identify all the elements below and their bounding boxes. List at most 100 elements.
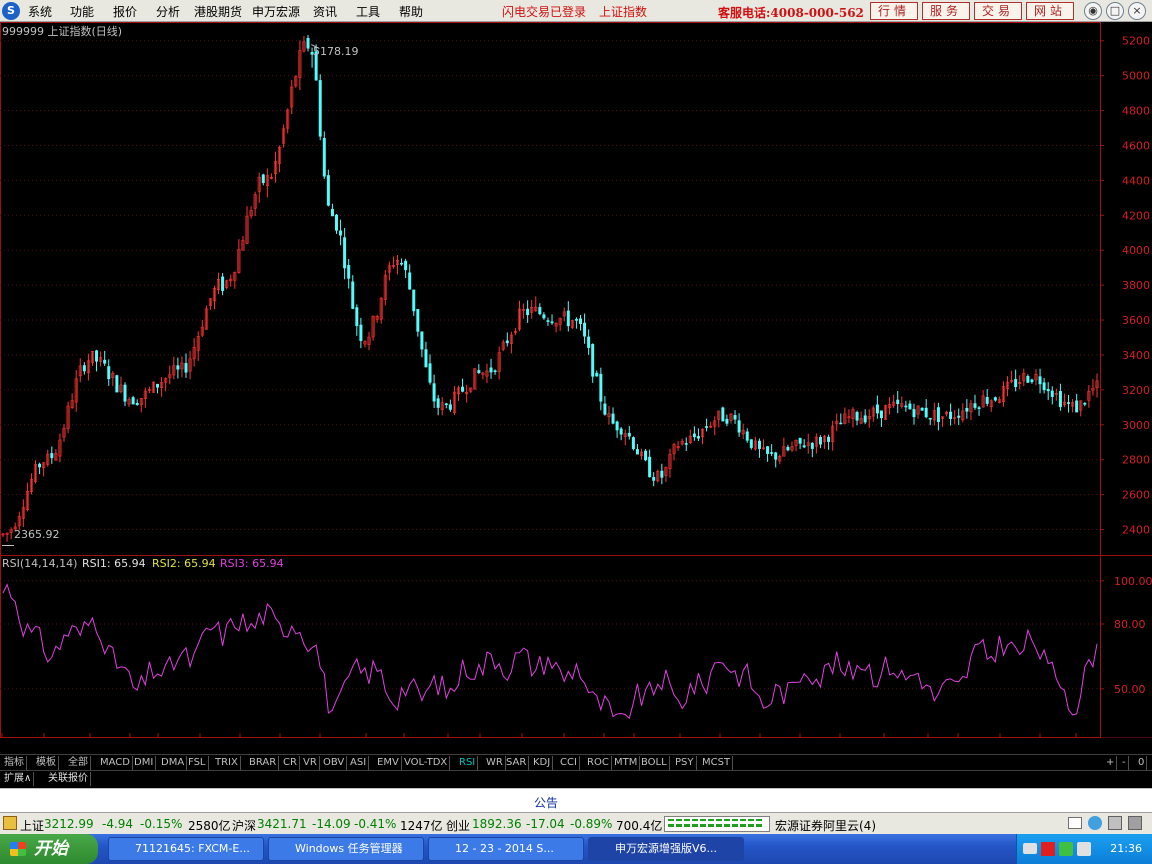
related-quote-tab[interactable]: 关联报价 xyxy=(46,772,91,786)
candle xyxy=(607,405,611,425)
tab-cci[interactable]: CCI xyxy=(558,756,580,770)
tab-control-1[interactable]: - xyxy=(1120,756,1129,770)
candle xyxy=(245,206,249,244)
candle xyxy=(648,449,652,478)
candle xyxy=(249,206,253,219)
candle xyxy=(343,228,347,280)
breadth-bar xyxy=(668,824,674,827)
taskbar-fxcm[interactable]: 71121645: FXCM-E... xyxy=(108,837,264,861)
tab-asi[interactable]: ASI xyxy=(348,756,370,770)
candle xyxy=(78,358,82,383)
settings-icon[interactable] xyxy=(1108,816,1122,830)
kline-chart-svg[interactable]: 5200 5000 4800 4600 4400 4200 4000 3800 3600 3400… xyxy=(0,22,1152,754)
candle xyxy=(1071,399,1075,413)
tab-psy[interactable]: PSY xyxy=(673,756,697,770)
breadth-bar xyxy=(700,819,706,821)
candle xyxy=(180,356,184,378)
candle xyxy=(334,213,338,234)
candle xyxy=(640,448,644,460)
tab-模板[interactable]: 模板 xyxy=(34,756,59,770)
extend-toggle[interactable]: 扩展∧ xyxy=(2,772,35,786)
menu-help[interactable]: 帮助 xyxy=(399,3,423,20)
tab-sar[interactable]: SAR xyxy=(504,756,530,770)
tab-指标[interactable]: 指标 xyxy=(2,756,27,770)
candle xyxy=(188,351,192,380)
taskbar-shenwan-app[interactable]: 申万宏源增强版V6... xyxy=(588,837,744,861)
candle xyxy=(46,449,50,467)
message-icon[interactable] xyxy=(1068,817,1082,829)
tab-vol-tdx[interactable]: VOL-TDX xyxy=(402,756,451,770)
breadth-bar xyxy=(716,819,722,821)
candle xyxy=(38,462,42,475)
menu-tools[interactable]: 工具 xyxy=(356,3,380,20)
tab-control-2[interactable]: 0 xyxy=(1136,756,1148,770)
maximize-icon[interactable]: □ xyxy=(1106,2,1124,20)
tab-wr[interactable]: WR xyxy=(484,756,506,770)
lock-icon[interactable] xyxy=(3,816,17,830)
tab-dmi[interactable]: DMI xyxy=(132,756,157,770)
price-tick-label: 3200 xyxy=(1122,384,1150,397)
tab-kdj[interactable]: KDJ xyxy=(531,756,554,770)
breadth-bar xyxy=(684,824,690,827)
menu-bar: S 系统 功能 报价 分析 港股期货 申万宏源 资讯 工具 帮助 闪电交易已登录… xyxy=(0,0,1152,22)
tab-brar[interactable]: BRAR xyxy=(247,756,280,770)
minimize-icon[interactable]: ◉ xyxy=(1084,2,1102,20)
network-icon[interactable] xyxy=(1088,816,1102,830)
close-icon[interactable]: × xyxy=(1128,2,1146,20)
taskbar-browser[interactable]: 12 - 23 - 2014 S... xyxy=(428,837,584,861)
menu-shenwan[interactable]: 申万宏源 xyxy=(252,3,300,20)
quote-button[interactable]: 行情 xyxy=(870,2,918,20)
candle xyxy=(160,377,164,397)
tab-cr[interactable]: CR xyxy=(281,756,300,770)
candle xyxy=(517,300,521,332)
tab-control-0[interactable]: + xyxy=(1104,756,1118,770)
tab-vr[interactable]: VR xyxy=(301,756,320,770)
menu-hk-futures[interactable]: 港股期货 xyxy=(194,3,242,20)
menu-quote[interactable]: 报价 xyxy=(113,3,137,20)
tab-emv[interactable]: EMV xyxy=(375,756,402,770)
cy-value: 1892.36 xyxy=(472,817,522,831)
candle xyxy=(526,300,530,323)
taskbar-task-manager[interactable]: Windows 任务管理器 xyxy=(268,837,424,861)
broker-name: 宏源证券阿里云(4) xyxy=(775,819,876,833)
candle xyxy=(1,533,5,537)
notice-bar[interactable]: 公告 xyxy=(0,788,1152,812)
rsi-tick-label: 80.00 xyxy=(1114,618,1146,631)
menu-info[interactable]: 资讯 xyxy=(313,3,337,20)
candle xyxy=(1018,375,1022,390)
notice-text[interactable]: 公告 xyxy=(534,794,558,811)
candle xyxy=(74,370,78,412)
tab-dma[interactable]: DMA xyxy=(159,756,188,770)
tools-icon[interactable] xyxy=(1128,816,1142,830)
ime-icon[interactable] xyxy=(1041,842,1055,856)
candle xyxy=(420,331,424,358)
tab-obv[interactable]: OBV xyxy=(321,756,348,770)
tab-mtm[interactable]: MTM xyxy=(612,756,641,770)
candle xyxy=(452,385,456,416)
tab-macd[interactable]: MACD xyxy=(98,756,133,770)
tab-rsi[interactable]: RSI xyxy=(457,756,479,770)
price-gridlines xyxy=(0,40,1100,531)
candle xyxy=(530,299,534,319)
trade-button[interactable]: 交易 xyxy=(974,2,1022,20)
menu-system[interactable]: 系统 xyxy=(28,3,52,20)
chart-area[interactable]: 5200 5000 4800 4600 4400 4200 4000 3800 3600 3400… xyxy=(0,22,1152,754)
service-button[interactable]: 服务 xyxy=(922,2,970,20)
candle xyxy=(684,437,688,452)
tab-全部[interactable]: 全部 xyxy=(66,756,91,770)
tab-mcst[interactable]: MCST xyxy=(700,756,734,770)
candle xyxy=(981,390,985,408)
tab-roc[interactable]: ROC xyxy=(585,756,612,770)
menu-function[interactable]: 功能 xyxy=(70,3,94,20)
website-button[interactable]: 网站 xyxy=(1026,2,1074,20)
price-tick-label: 4400 xyxy=(1122,174,1150,187)
tray-app-icon[interactable] xyxy=(1059,842,1073,856)
candle xyxy=(318,74,322,141)
tab-fsl[interactable]: FSL xyxy=(186,756,209,770)
tab-trix[interactable]: TRIX xyxy=(213,756,241,770)
network-tray-icon[interactable] xyxy=(1077,842,1091,856)
menu-analysis[interactable]: 分析 xyxy=(156,3,180,20)
candle xyxy=(705,418,709,432)
keyboard-icon[interactable] xyxy=(1023,843,1037,854)
tab-boll[interactable]: BOLL xyxy=(639,756,670,770)
